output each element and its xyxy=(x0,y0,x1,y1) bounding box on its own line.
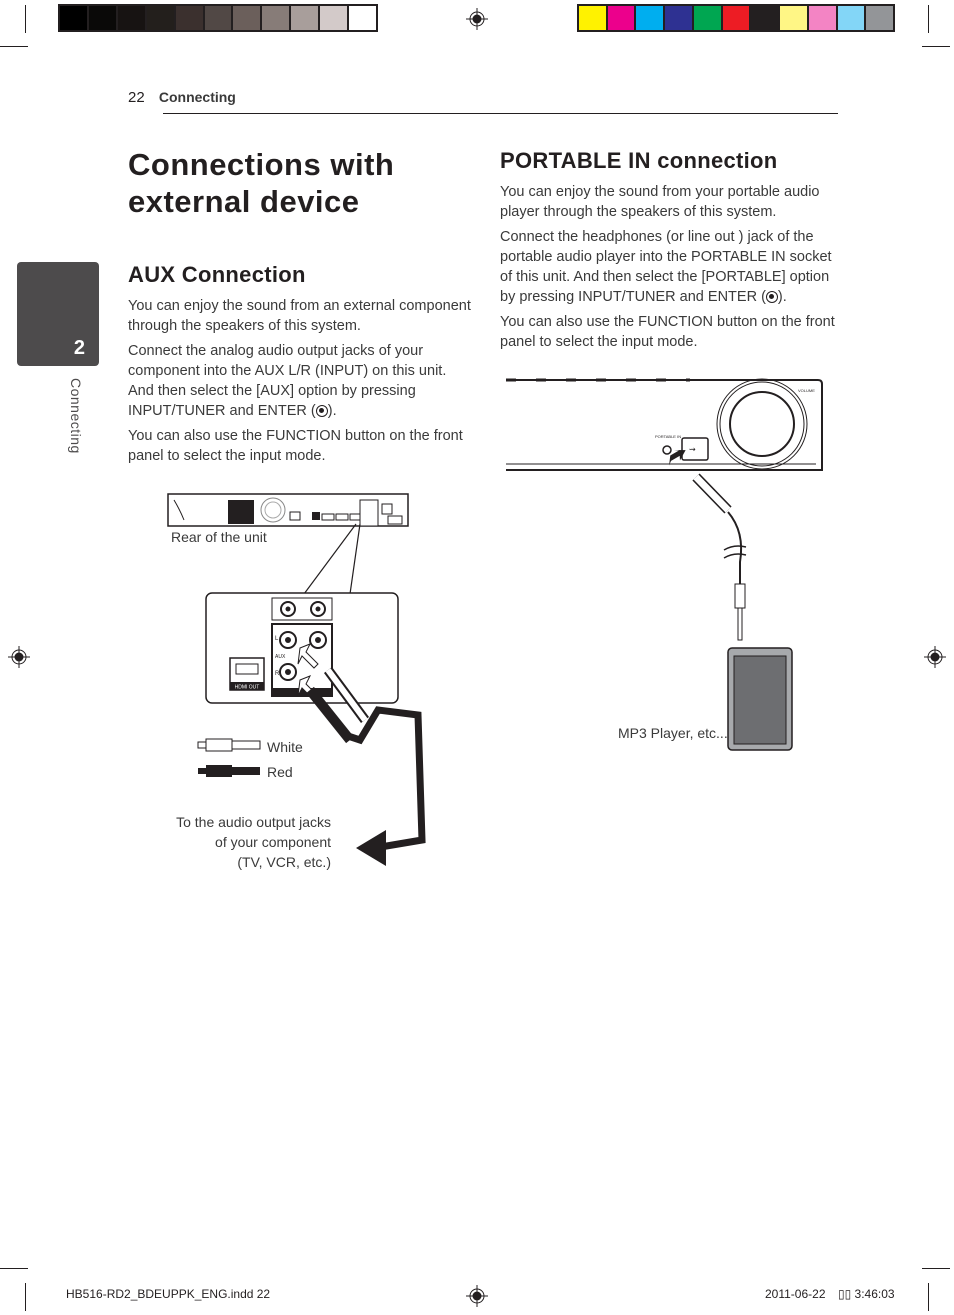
footer-date: 2011-06-22 xyxy=(765,1287,826,1301)
color-swatch xyxy=(693,6,721,30)
crop-mark xyxy=(0,1268,28,1269)
rear-unit-caption: Rear of the unit xyxy=(171,529,267,545)
color-swatch xyxy=(175,6,203,30)
color-swatch xyxy=(320,6,348,30)
crop-mark xyxy=(928,5,929,33)
color-swatch xyxy=(780,6,807,30)
audio-cable xyxy=(692,473,747,641)
mp3-player-icon xyxy=(727,647,793,751)
chapter-tab: 2 xyxy=(17,262,99,366)
svg-text:⇝: ⇝ xyxy=(689,445,696,454)
mp3-player-caption: MP3 Player, etc... xyxy=(618,725,728,741)
registration-mark-icon xyxy=(924,646,946,668)
color-swatch xyxy=(233,6,261,30)
red-plug-icon xyxy=(198,765,260,777)
color-swatch xyxy=(60,6,87,30)
crop-mark xyxy=(928,1283,929,1311)
rear-panel-illustration xyxy=(167,493,409,527)
portable-heading: PORTABLE IN connection xyxy=(500,148,778,173)
grayscale-color-bar xyxy=(58,4,378,32)
aux-paragraph-3: You can also use the FUNCTION button on … xyxy=(128,428,463,464)
color-swatch xyxy=(291,6,319,30)
section-name: Connecting xyxy=(158,89,236,105)
portable-paragraph-1: You can enjoy the sound from your portab… xyxy=(500,184,820,220)
white-plug-icon xyxy=(197,738,261,752)
aux-heading: AUX Connection xyxy=(128,262,306,287)
destination-line-2: of your component xyxy=(215,834,331,850)
title-line-1: Connections with xyxy=(128,147,395,182)
chapter-label: Connecting xyxy=(68,378,84,454)
portable-connection-diagram: VOLUME PORTABLE IN ⇝ xyxy=(506,378,823,751)
color-swatch xyxy=(579,6,606,30)
crop-mark xyxy=(922,1268,950,1269)
color-swatch xyxy=(88,6,116,30)
cmyk-color-bar xyxy=(577,4,895,32)
color-swatch xyxy=(866,6,894,30)
destination-caption: To the audio output jacks of your compon… xyxy=(150,812,331,872)
color-swatch xyxy=(204,6,232,30)
crop-mark xyxy=(25,1283,26,1311)
destination-line-1: To the audio output jacks xyxy=(176,814,331,830)
registration-mark-icon xyxy=(8,646,30,668)
color-swatch xyxy=(117,6,145,30)
color-swatch xyxy=(837,6,865,30)
red-plug-label: Red xyxy=(267,764,293,780)
page-number: 22 xyxy=(128,89,145,106)
color-swatch xyxy=(808,6,836,30)
crop-mark xyxy=(25,5,26,33)
color-swatch xyxy=(262,6,290,30)
color-swatch xyxy=(607,6,635,30)
color-swatch xyxy=(751,6,779,30)
r-label: R xyxy=(275,671,280,677)
portable-in-label: PORTABLE IN xyxy=(655,434,681,439)
aux-paragraph-2: Connect the analog audio output jacks of… xyxy=(128,341,473,421)
enter-button-icon xyxy=(765,291,778,303)
portable-p2-end: ). xyxy=(777,289,787,305)
aux-p2-end: ). xyxy=(327,403,337,419)
color-swatch xyxy=(665,6,692,30)
volume-label: VOLUME xyxy=(798,388,815,393)
running-header: 22 Connecting xyxy=(128,89,236,106)
portable-paragraph-2: Connect the headphones (or line out ) ja… xyxy=(500,227,845,307)
page-title: Connections with external device xyxy=(128,146,394,220)
footer-filename: HB516-RD2_BDEUPPK_ENG.indd 22 xyxy=(66,1287,271,1301)
registration-mark-icon xyxy=(466,8,488,30)
registration-mark-icon xyxy=(466,1285,488,1307)
crop-mark xyxy=(0,46,28,47)
portable-paragraph-3: You can also use the FUNCTION button on … xyxy=(500,314,835,350)
aux-paragraph-1: You can enjoy the sound from an external… xyxy=(128,298,471,334)
aux-p2-text: Connect the analog audio output jacks of… xyxy=(128,343,447,419)
chapter-number: 2 xyxy=(73,337,85,359)
enter-button-icon xyxy=(315,405,328,417)
destination-line-3: (TV, VCR, etc.) xyxy=(237,854,331,870)
hdmi-out-label: HDMI OUT xyxy=(235,685,260,691)
color-swatch xyxy=(722,6,750,30)
aux-label: AUX xyxy=(275,654,286,660)
header-rule xyxy=(163,113,838,114)
footer-time: ▯▯ 3:46:03 xyxy=(838,1287,895,1301)
color-swatch xyxy=(349,6,376,30)
title-line-2: external device xyxy=(128,184,360,219)
front-panel-illustration: VOLUME PORTABLE IN ⇝ xyxy=(506,378,823,471)
white-plug-label: White xyxy=(267,739,303,755)
crop-mark xyxy=(922,46,950,47)
color-swatch xyxy=(146,6,174,30)
color-swatch xyxy=(636,6,664,30)
